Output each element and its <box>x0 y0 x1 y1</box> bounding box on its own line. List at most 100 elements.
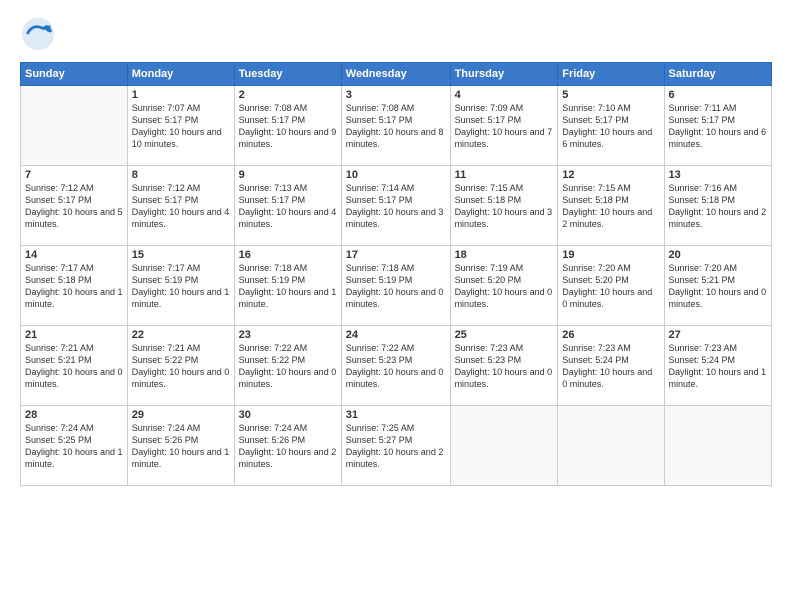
weekday-header-tuesday: Tuesday <box>234 63 341 86</box>
day-info: Sunrise: 7:22 AMSunset: 5:23 PMDaylight:… <box>346 342 446 391</box>
day-info: Sunrise: 7:21 AMSunset: 5:21 PMDaylight:… <box>25 342 123 391</box>
day-info: Sunrise: 7:25 AMSunset: 5:27 PMDaylight:… <box>346 422 446 471</box>
calendar-cell <box>664 406 771 486</box>
calendar-cell: 12Sunrise: 7:15 AMSunset: 5:18 PMDayligh… <box>558 166 664 246</box>
day-number: 7 <box>25 169 123 181</box>
calendar-week-row: 1Sunrise: 7:07 AMSunset: 5:17 PMDaylight… <box>21 86 772 166</box>
calendar-cell: 30Sunrise: 7:24 AMSunset: 5:26 PMDayligh… <box>234 406 341 486</box>
day-info: Sunrise: 7:11 AMSunset: 5:17 PMDaylight:… <box>669 102 767 151</box>
calendar-week-row: 14Sunrise: 7:17 AMSunset: 5:18 PMDayligh… <box>21 246 772 326</box>
calendar-cell: 21Sunrise: 7:21 AMSunset: 5:21 PMDayligh… <box>21 326 128 406</box>
day-info: Sunrise: 7:20 AMSunset: 5:20 PMDaylight:… <box>562 262 659 311</box>
day-info: Sunrise: 7:10 AMSunset: 5:17 PMDaylight:… <box>562 102 659 151</box>
weekday-header-thursday: Thursday <box>450 63 558 86</box>
day-number: 18 <box>455 249 554 261</box>
day-number: 28 <box>25 409 123 421</box>
day-info: Sunrise: 7:08 AMSunset: 5:17 PMDaylight:… <box>239 102 337 151</box>
day-info: Sunrise: 7:15 AMSunset: 5:18 PMDaylight:… <box>455 182 554 231</box>
calendar-week-row: 7Sunrise: 7:12 AMSunset: 5:17 PMDaylight… <box>21 166 772 246</box>
day-number: 2 <box>239 89 337 101</box>
day-info: Sunrise: 7:12 AMSunset: 5:17 PMDaylight:… <box>25 182 123 231</box>
calendar-cell: 28Sunrise: 7:24 AMSunset: 5:25 PMDayligh… <box>21 406 128 486</box>
day-number: 17 <box>346 249 446 261</box>
day-number: 10 <box>346 169 446 181</box>
calendar-week-row: 28Sunrise: 7:24 AMSunset: 5:25 PMDayligh… <box>21 406 772 486</box>
day-info: Sunrise: 7:20 AMSunset: 5:21 PMDaylight:… <box>669 262 767 311</box>
calendar-cell: 8Sunrise: 7:12 AMSunset: 5:17 PMDaylight… <box>127 166 234 246</box>
day-info: Sunrise: 7:08 AMSunset: 5:17 PMDaylight:… <box>346 102 446 151</box>
day-info: Sunrise: 7:19 AMSunset: 5:20 PMDaylight:… <box>455 262 554 311</box>
day-number: 13 <box>669 169 767 181</box>
day-info: Sunrise: 7:13 AMSunset: 5:17 PMDaylight:… <box>239 182 337 231</box>
calendar-cell: 31Sunrise: 7:25 AMSunset: 5:27 PMDayligh… <box>341 406 450 486</box>
calendar-cell: 22Sunrise: 7:21 AMSunset: 5:22 PMDayligh… <box>127 326 234 406</box>
day-info: Sunrise: 7:15 AMSunset: 5:18 PMDaylight:… <box>562 182 659 231</box>
day-number: 3 <box>346 89 446 101</box>
calendar-cell: 19Sunrise: 7:20 AMSunset: 5:20 PMDayligh… <box>558 246 664 326</box>
calendar-week-row: 21Sunrise: 7:21 AMSunset: 5:21 PMDayligh… <box>21 326 772 406</box>
day-number: 12 <box>562 169 659 181</box>
day-number: 23 <box>239 329 337 341</box>
calendar-cell: 26Sunrise: 7:23 AMSunset: 5:24 PMDayligh… <box>558 326 664 406</box>
calendar-cell: 29Sunrise: 7:24 AMSunset: 5:26 PMDayligh… <box>127 406 234 486</box>
day-info: Sunrise: 7:23 AMSunset: 5:24 PMDaylight:… <box>562 342 659 391</box>
calendar-cell <box>558 406 664 486</box>
day-info: Sunrise: 7:24 AMSunset: 5:25 PMDaylight:… <box>25 422 123 471</box>
calendar-cell: 13Sunrise: 7:16 AMSunset: 5:18 PMDayligh… <box>664 166 771 246</box>
calendar-cell: 16Sunrise: 7:18 AMSunset: 5:19 PMDayligh… <box>234 246 341 326</box>
weekday-header-wednesday: Wednesday <box>341 63 450 86</box>
calendar-cell: 9Sunrise: 7:13 AMSunset: 5:17 PMDaylight… <box>234 166 341 246</box>
page: SundayMondayTuesdayWednesdayThursdayFrid… <box>0 0 792 612</box>
day-number: 14 <box>25 249 123 261</box>
calendar-cell: 23Sunrise: 7:22 AMSunset: 5:22 PMDayligh… <box>234 326 341 406</box>
calendar-cell: 6Sunrise: 7:11 AMSunset: 5:17 PMDaylight… <box>664 86 771 166</box>
day-info: Sunrise: 7:14 AMSunset: 5:17 PMDaylight:… <box>346 182 446 231</box>
day-info: Sunrise: 7:07 AMSunset: 5:17 PMDaylight:… <box>132 102 230 151</box>
day-info: Sunrise: 7:12 AMSunset: 5:17 PMDaylight:… <box>132 182 230 231</box>
day-number: 4 <box>455 89 554 101</box>
weekday-header-saturday: Saturday <box>664 63 771 86</box>
day-number: 8 <box>132 169 230 181</box>
calendar-cell: 15Sunrise: 7:17 AMSunset: 5:19 PMDayligh… <box>127 246 234 326</box>
day-number: 22 <box>132 329 230 341</box>
weekday-header-monday: Monday <box>127 63 234 86</box>
day-info: Sunrise: 7:16 AMSunset: 5:18 PMDaylight:… <box>669 182 767 231</box>
calendar-cell: 24Sunrise: 7:22 AMSunset: 5:23 PMDayligh… <box>341 326 450 406</box>
day-info: Sunrise: 7:23 AMSunset: 5:23 PMDaylight:… <box>455 342 554 391</box>
day-number: 6 <box>669 89 767 101</box>
calendar-cell <box>21 86 128 166</box>
calendar-cell: 7Sunrise: 7:12 AMSunset: 5:17 PMDaylight… <box>21 166 128 246</box>
calendar-cell: 14Sunrise: 7:17 AMSunset: 5:18 PMDayligh… <box>21 246 128 326</box>
day-info: Sunrise: 7:18 AMSunset: 5:19 PMDaylight:… <box>239 262 337 311</box>
calendar-cell: 2Sunrise: 7:08 AMSunset: 5:17 PMDaylight… <box>234 86 341 166</box>
day-info: Sunrise: 7:24 AMSunset: 5:26 PMDaylight:… <box>132 422 230 471</box>
header <box>20 16 772 52</box>
day-number: 31 <box>346 409 446 421</box>
day-info: Sunrise: 7:24 AMSunset: 5:26 PMDaylight:… <box>239 422 337 471</box>
day-number: 1 <box>132 89 230 101</box>
day-info: Sunrise: 7:09 AMSunset: 5:17 PMDaylight:… <box>455 102 554 151</box>
day-info: Sunrise: 7:17 AMSunset: 5:18 PMDaylight:… <box>25 262 123 311</box>
day-number: 16 <box>239 249 337 261</box>
day-number: 19 <box>562 249 659 261</box>
calendar-table: SundayMondayTuesdayWednesdayThursdayFrid… <box>20 62 772 486</box>
day-number: 9 <box>239 169 337 181</box>
day-number: 5 <box>562 89 659 101</box>
day-info: Sunrise: 7:17 AMSunset: 5:19 PMDaylight:… <box>132 262 230 311</box>
day-number: 29 <box>132 409 230 421</box>
day-number: 25 <box>455 329 554 341</box>
weekday-header-friday: Friday <box>558 63 664 86</box>
day-info: Sunrise: 7:23 AMSunset: 5:24 PMDaylight:… <box>669 342 767 391</box>
weekday-header-row: SundayMondayTuesdayWednesdayThursdayFrid… <box>21 63 772 86</box>
calendar-cell: 25Sunrise: 7:23 AMSunset: 5:23 PMDayligh… <box>450 326 558 406</box>
calendar-cell: 10Sunrise: 7:14 AMSunset: 5:17 PMDayligh… <box>341 166 450 246</box>
logo-icon <box>20 16 56 52</box>
day-number: 21 <box>25 329 123 341</box>
calendar-cell: 27Sunrise: 7:23 AMSunset: 5:24 PMDayligh… <box>664 326 771 406</box>
calendar-cell: 20Sunrise: 7:20 AMSunset: 5:21 PMDayligh… <box>664 246 771 326</box>
weekday-header-sunday: Sunday <box>21 63 128 86</box>
day-number: 15 <box>132 249 230 261</box>
calendar-cell: 1Sunrise: 7:07 AMSunset: 5:17 PMDaylight… <box>127 86 234 166</box>
calendar-cell: 3Sunrise: 7:08 AMSunset: 5:17 PMDaylight… <box>341 86 450 166</box>
day-number: 20 <box>669 249 767 261</box>
